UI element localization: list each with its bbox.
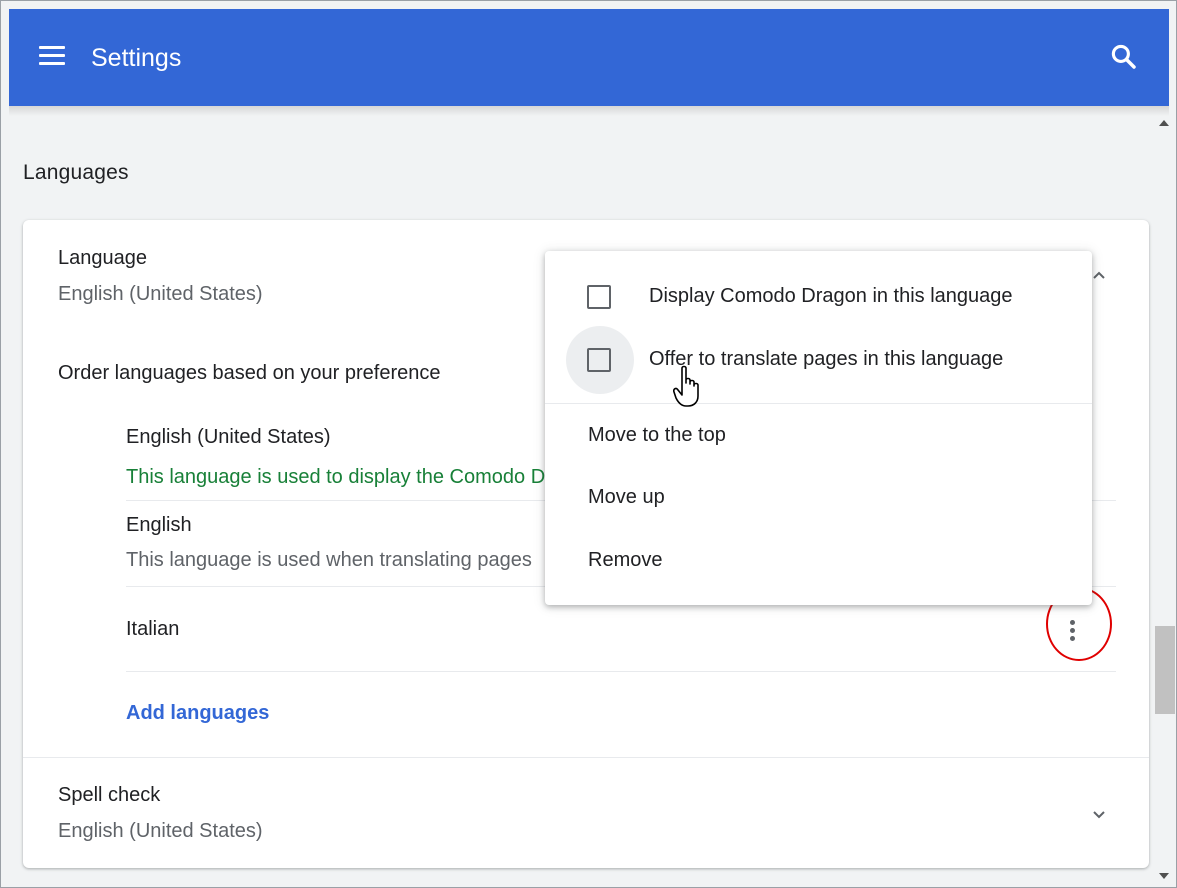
menu-divider xyxy=(545,403,1092,404)
page-title: Settings xyxy=(91,44,182,72)
divider xyxy=(23,757,1149,758)
spell-check-value: English (United States) xyxy=(58,820,263,842)
language-item-name: Italian xyxy=(126,618,180,640)
remove-item[interactable]: Remove xyxy=(588,549,662,572)
display-language-label: Display Comodo Dragon in this language xyxy=(649,285,1013,307)
scrollbar-thumb[interactable] xyxy=(1155,626,1175,714)
toolbar-shadow xyxy=(9,106,1169,116)
scroll-up-icon[interactable] xyxy=(1158,119,1170,127)
move-to-top-item[interactable]: Move to the top xyxy=(588,424,726,447)
section-title: Languages xyxy=(23,161,129,184)
language-actions-menu: Display Comodo Dragon in this language O… xyxy=(545,251,1092,605)
offer-translate-label: Offer to translate pages in this languag… xyxy=(649,348,1004,370)
more-actions-icon[interactable] xyxy=(1064,617,1080,647)
settings-window: Settings Languages Language English (Uni… xyxy=(0,0,1177,888)
settings-toolbar: Settings xyxy=(9,9,1169,106)
language-label: Language xyxy=(58,247,147,269)
display-language-checkbox[interactable] xyxy=(587,285,611,309)
language-item-name: English (United States) xyxy=(126,426,331,448)
add-languages-link[interactable]: Add languages xyxy=(126,702,269,725)
language-item-note: This language is used to display the Com… xyxy=(126,466,556,488)
spell-check-label: Spell check xyxy=(58,784,161,806)
divider xyxy=(126,671,1116,672)
order-languages-label: Order languages based on your preference xyxy=(58,362,441,384)
hamburger-icon[interactable] xyxy=(39,46,65,68)
display-language-option[interactable]: Display Comodo Dragon in this language xyxy=(545,267,1092,327)
language-value: English (United States) xyxy=(58,283,263,305)
search-icon[interactable] xyxy=(1109,42,1139,72)
chevron-down-icon[interactable] xyxy=(1087,802,1111,826)
offer-translate-checkbox[interactable] xyxy=(587,348,611,372)
language-item-name: English xyxy=(126,514,192,536)
language-item-note: This language is used when translating p… xyxy=(126,549,532,571)
scroll-down-icon[interactable] xyxy=(1158,872,1170,880)
offer-translate-option[interactable]: Offer to translate pages in this languag… xyxy=(545,329,1092,389)
move-up-item[interactable]: Move up xyxy=(588,486,665,509)
